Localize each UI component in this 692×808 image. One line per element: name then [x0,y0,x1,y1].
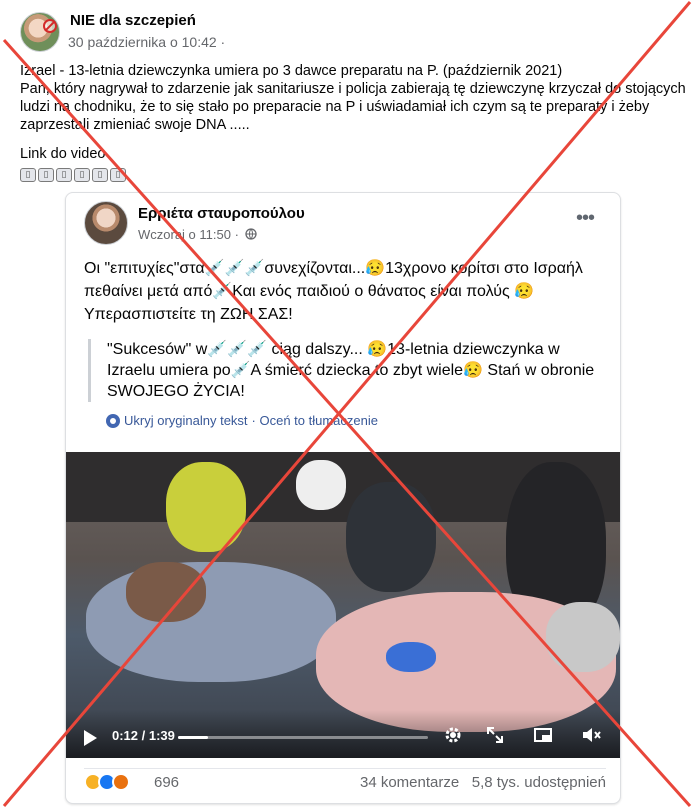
video-controls: 0:12 / 1:39 [66,710,620,758]
video-frame-element [126,562,206,622]
translation-links: Ukryj oryginalny tekst · Oceń to tłumacz… [106,413,378,428]
emoji-placeholder: ▯ [110,168,126,182]
settings-icon[interactable] [442,724,464,746]
emoji-placeholder-row: ▯ ▯ ▯ ▯ ▯ ▯ [20,168,126,182]
shared-author-name[interactable]: Ερριέτα σταυροπούλου [138,205,305,222]
post-timestamp[interactable]: 30 października o 10:42 · [68,34,225,50]
video-player[interactable]: 0:12 / 1:39 [66,452,620,758]
shares-count[interactable]: 5,8 tys. udostępnień [472,774,606,791]
play-icon[interactable] [84,730,97,746]
mute-icon[interactable] [580,724,602,746]
hide-original-link[interactable]: Ukryj oryginalny tekst [124,413,248,428]
reactions-count[interactable]: 696 [154,774,179,791]
post-body-line-2: Pan, który nagrywał to zdarzenie jak san… [20,81,686,133]
video-progress-fill [178,736,208,739]
page-avatar[interactable] [20,12,60,52]
emoji-placeholder: ▯ [92,168,108,182]
shared-post-card: Ερριέτα σταυροπούλου Wczoraj o 11:50 · •… [65,192,621,804]
rate-translation-link[interactable]: · Oceń to tłumaczenie [252,413,378,428]
video-frame-element [386,642,436,672]
translation-text: "Sukcesów" w💉💉💉 ciąg dalszy... 😥13-letni… [107,341,595,400]
fullscreen-icon[interactable] [484,724,506,746]
video-progress-bar[interactable] [178,736,428,739]
emoji-placeholder: ▯ [38,168,54,182]
video-frame-element [346,482,436,592]
translation-block: "Sukcesów" w💉💉💉 ciąg dalszy... 😥13-letni… [88,339,603,402]
no-sign-icon [43,19,57,33]
shared-post-timestamp[interactable]: Wczoraj o 11:50 · [138,227,257,242]
video-time: 0:12 / 1:39 [112,728,175,743]
comments-count[interactable]: 34 komentarze [360,774,459,791]
video-frame-element [546,602,620,672]
reactions-bar: 696 34 komentarze 5,8 tys. udostępnień [84,768,606,792]
facebook-post: NIE dla szczepień 30 października o 10:4… [0,0,692,808]
comments-shares: 34 komentarze 5,8 tys. udostępnień [360,774,606,791]
shared-timestamp-text[interactable]: Wczoraj o 11:50 · [138,227,239,242]
gear-icon [106,413,120,428]
emoji-placeholder: ▯ [56,168,72,182]
video-frame-element [86,562,336,682]
angry-reaction-icon[interactable] [112,773,130,791]
post-body: Izrael - 13-letnia dziewczynka umiera po… [20,62,690,134]
shared-post-text: Οι "επιτυχίες"στα💉💉💉συνεχίζονται...😥13χρ… [84,260,583,323]
globe-icon [244,228,257,240]
video-frame-element [296,460,346,510]
emoji-placeholder: ▯ [74,168,90,182]
link-label: Link do video [20,146,106,162]
more-options-icon[interactable]: ••• [576,208,595,228]
pip-icon[interactable] [532,724,554,746]
page-name[interactable]: NIE dla szczepień [70,12,196,29]
shared-author-avatar[interactable] [84,201,128,245]
emoji-placeholder: ▯ [20,168,36,182]
post-body-line-1: Izrael - 13-letnia dziewczynka umiera po… [20,63,563,79]
video-frame-element [166,462,246,552]
